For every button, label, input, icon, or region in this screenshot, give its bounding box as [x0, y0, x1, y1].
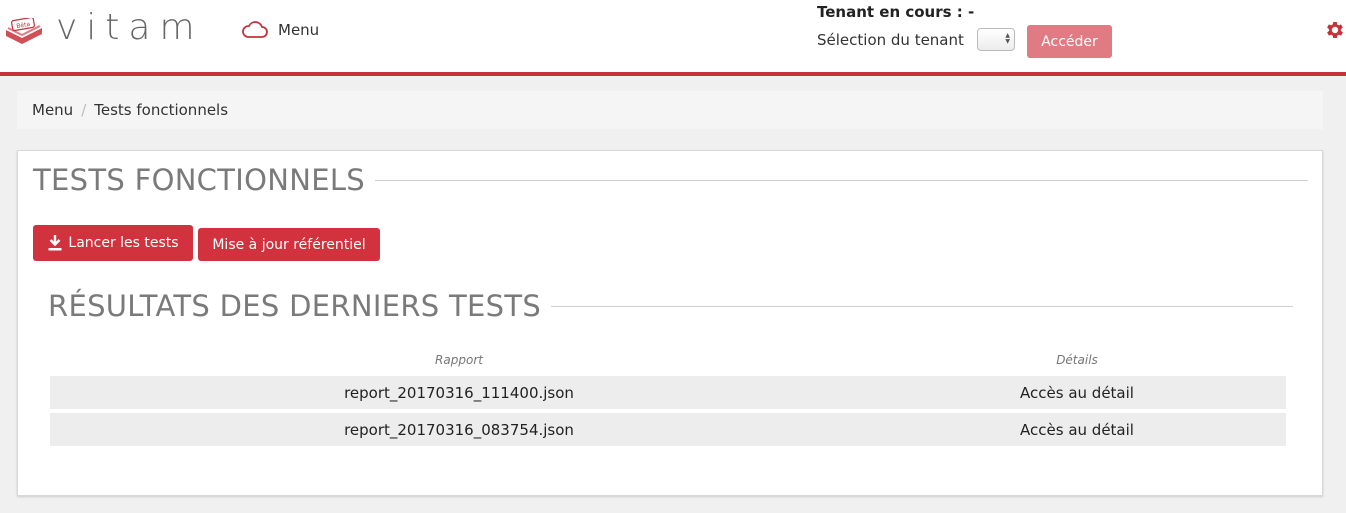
- logo-text: vitam: [56, 7, 204, 48]
- tenant-selection-label: Sélection du tenant: [817, 31, 964, 49]
- vitam-logo[interactable]: Bêta vitam: [4, 4, 195, 48]
- beta-book-icon: Bêta: [6, 18, 42, 44]
- select-arrows-icon: ▲ ▼: [1005, 32, 1010, 45]
- menu-label: Menu: [278, 21, 320, 39]
- page-title: TESTS FONCTIONNELS: [33, 163, 366, 197]
- access-button[interactable]: Accéder: [1027, 25, 1112, 58]
- report-name-cell: report_20170316_111400.json: [50, 376, 868, 409]
- breadcrumb-separator: /: [81, 101, 87, 119]
- table-header-row: Rapport Détails: [50, 348, 1286, 372]
- results-table: Rapport Détails report_20170316_111400.j…: [50, 344, 1286, 450]
- current-tenant-title: Tenant en cours : -: [817, 3, 975, 21]
- results-divider: [551, 305, 1293, 307]
- update-referential-button[interactable]: Mise à jour référentiel: [198, 228, 380, 261]
- tenant-select[interactable]: ▲ ▼: [977, 28, 1015, 51]
- report-name-cell: report_20170316_083754.json: [50, 413, 868, 446]
- launch-tests-button[interactable]: Lancer les tests: [33, 225, 193, 261]
- breadcrumb-item-current: Tests fonctionnels: [94, 101, 229, 119]
- gear-icon[interactable]: [1324, 19, 1346, 41]
- details-link[interactable]: Accès au détail: [868, 376, 1286, 409]
- results-title: RÉSULTATS DES DERNIERS TESTS: [48, 289, 542, 323]
- title-divider: [375, 179, 1308, 181]
- logo-badge: Bêta: [16, 21, 31, 30]
- download-icon: [48, 235, 62, 251]
- breadcrumb: Menu / Tests fonctionnels: [17, 91, 1323, 129]
- table-row: report_20170316_083754.json Accès au dét…: [50, 413, 1286, 446]
- column-header-report: Rapport: [435, 353, 483, 367]
- top-header: Bêta vitam Menu Tenant en cours : - Séle…: [0, 0, 1346, 76]
- results-title-row: RÉSULTATS DES DERNIERS TESTS: [48, 289, 1293, 323]
- cloud-icon: [242, 21, 268, 38]
- table-row: report_20170316_111400.json Accès au dét…: [50, 376, 1286, 409]
- column-header-details: Détails: [1056, 353, 1098, 367]
- details-link[interactable]: Accès au détail: [868, 413, 1286, 446]
- tests-panel: TESTS FONCTIONNELS Lancer les tests Mise…: [17, 150, 1323, 496]
- panel-title-row: TESTS FONCTIONNELS: [33, 163, 1308, 197]
- breadcrumb-item-menu[interactable]: Menu: [32, 101, 73, 119]
- menu-button[interactable]: Menu: [242, 18, 319, 42]
- launch-tests-label: Lancer les tests: [68, 235, 179, 251]
